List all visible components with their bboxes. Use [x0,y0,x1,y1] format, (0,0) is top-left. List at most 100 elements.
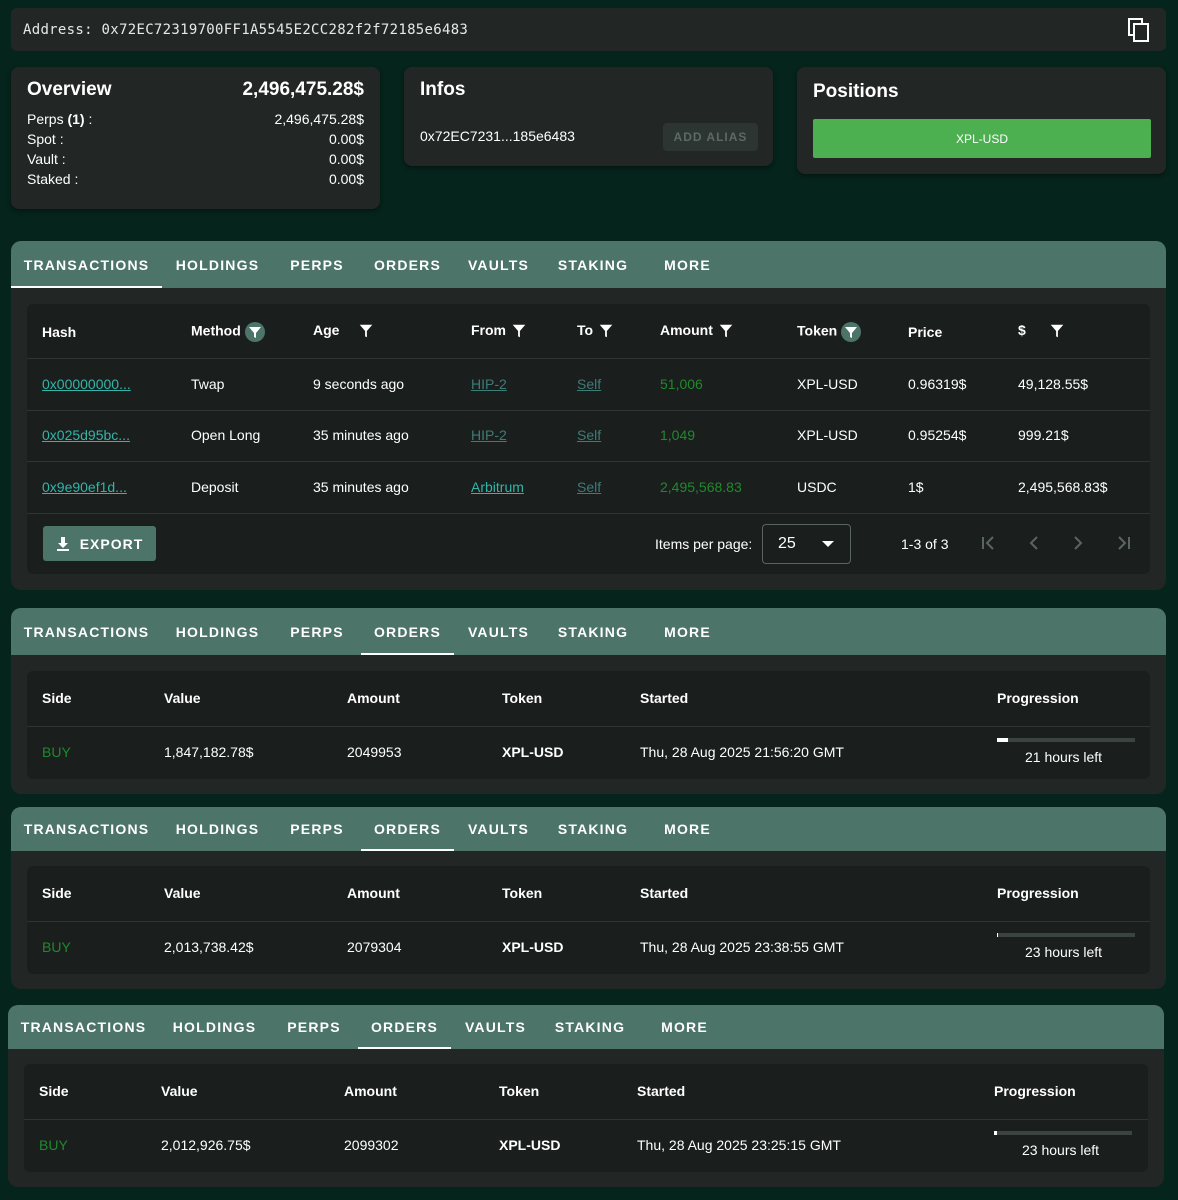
order-token: XPL-USD [502,744,564,760]
order-progress-fill [997,738,1009,742]
order-started: Thu, 28 Aug 2025 23:25:15 GMT [637,1137,841,1153]
items-per-page-select[interactable]: 25 [762,524,851,564]
tab-staking[interactable]: STAKING [540,1005,640,1049]
order-time-left: 23 hours left [1025,944,1103,960]
header-amount[interactable]: Amount [660,322,735,340]
next-page-icon[interactable] [1070,535,1086,551]
header-age[interactable]: Age [313,322,375,340]
order-value: 2,013,738.42$ [164,939,254,955]
order-amount: 2049953 [347,744,402,760]
tx-price: 0.95254$ [908,427,967,443]
tab-vaults[interactable]: VAULTS [451,1005,540,1049]
overview-title: Overview [27,79,112,100]
header-value: Value [161,1083,198,1099]
header-progression: Progression [994,1083,1076,1099]
tab-perps[interactable]: PERPS [273,807,361,851]
tab-staking[interactable]: STAKING [543,241,643,288]
tx-age: 9 seconds ago [313,376,405,392]
header-from[interactable]: From [471,322,528,340]
filter-active-icon[interactable] [841,322,862,342]
tx-to-link[interactable]: Self [577,479,601,495]
overview-row-vault: Vault : 0.00$ [27,151,364,167]
header-token[interactable]: Token [797,322,862,342]
order-progress-bar [997,738,1135,742]
tx-from-link[interactable]: HIP-2 [471,376,507,392]
positions-card: Positions XPL-USD [797,67,1166,174]
header-amount: Amount [344,1083,397,1099]
tx-to-link[interactable]: Self [577,427,601,443]
tab-more[interactable]: MORE [640,1005,729,1049]
header-amount: Amount [347,885,400,901]
order-value: 1,847,182.78$ [164,744,254,760]
dropdown-arrow-icon [822,541,834,547]
export-button[interactable]: EXPORT [43,526,156,561]
orders-panel: TRANSACTIONS HOLDINGS PERPS ORDERS VAULT… [11,807,1166,989]
order-time-left: 23 hours left [1022,1142,1100,1158]
header-side: Side [42,690,72,706]
positions-title: Positions [813,81,899,102]
tx-from-link[interactable]: HIP-2 [471,427,507,443]
order-token: XPL-USD [502,939,564,955]
header-started: Started [640,885,689,901]
tab-holdings[interactable]: HOLDINGS [159,1005,270,1049]
tab-more[interactable]: MORE [643,807,732,851]
tab-orders[interactable]: ORDERS [358,1005,451,1049]
tab-transactions[interactable]: TRANSACTIONS [11,608,162,655]
copy-icon[interactable] [1128,18,1150,42]
tab-bar: TRANSACTIONS HOLDINGS PERPS ORDERS VAULT… [8,1005,1164,1049]
overview-row-perps: Perps (1) : 2,496,475.28$ [27,111,364,127]
position-button-xpl-usd[interactable]: XPL-USD [813,119,1151,158]
tx-to-link[interactable]: Self [577,376,601,392]
address-bar: Address: 0x72EC72319700FF1A5545E2CC282f2… [11,8,1166,51]
tx-usd: 2,495,568.83$ [1018,479,1108,495]
header-usd[interactable]: $ [1018,322,1066,340]
tab-vaults[interactable]: VAULTS [454,241,543,288]
tx-token: XPL-USD [797,376,858,392]
tab-perps[interactable]: PERPS [273,608,361,655]
last-page-icon[interactable] [1116,535,1132,551]
filter-icon[interactable] [1048,322,1066,340]
tab-vaults[interactable]: VAULTS [454,608,543,655]
tab-transactions[interactable]: TRANSACTIONS [11,807,162,851]
first-page-icon[interactable] [980,535,996,551]
tab-transactions[interactable]: TRANSACTIONS [11,241,162,288]
order-progress-bar [994,1131,1132,1135]
header-amount: Amount [347,690,400,706]
tab-staking[interactable]: STAKING [543,807,643,851]
tx-from-link[interactable]: Arbitrum [471,479,524,495]
filter-icon[interactable] [510,322,528,340]
previous-page-icon[interactable] [1026,535,1042,551]
tab-holdings[interactable]: HOLDINGS [162,608,273,655]
tx-hash-link[interactable]: 0x00000000... [42,376,131,392]
tab-orders[interactable]: ORDERS [361,608,454,655]
tab-vaults[interactable]: VAULTS [454,807,543,851]
tab-orders[interactable]: ORDERS [361,807,454,851]
tab-more[interactable]: MORE [643,608,732,655]
header-to[interactable]: To [577,322,615,340]
tab-transactions[interactable]: TRANSACTIONS [8,1005,159,1049]
filter-icon[interactable] [357,322,375,340]
tx-hash-link[interactable]: 0x9e90ef1d... [42,479,127,495]
filter-active-icon[interactable] [244,322,265,342]
tab-staking[interactable]: STAKING [543,608,643,655]
filter-icon[interactable] [717,322,735,340]
tab-orders[interactable]: ORDERS [361,241,454,288]
tab-holdings[interactable]: HOLDINGS [162,241,273,288]
header-method[interactable]: Method [191,322,265,342]
header-progression: Progression [997,885,1079,901]
address-text: Address: 0x72EC72319700FF1A5545E2CC282f2… [23,21,469,38]
order-amount: 2079304 [347,939,402,955]
tab-more[interactable]: MORE [643,241,732,288]
tab-perps[interactable]: PERPS [270,1005,358,1049]
add-alias-button[interactable]: ADD ALIAS [663,123,758,151]
overview-row-staked: Staked : 0.00$ [27,171,364,187]
tx-usd: 49,128.55$ [1018,376,1089,392]
tx-usd: 999.21$ [1018,427,1069,443]
header-token: Token [502,885,543,901]
tab-perps[interactable]: PERPS [273,241,361,288]
tx-hash-link[interactable]: 0x025d95bc... [42,427,130,443]
tab-holdings[interactable]: HOLDINGS [162,807,273,851]
filter-icon[interactable] [597,322,615,340]
items-per-page-label: Items per page: [655,536,753,552]
order-started: Thu, 28 Aug 2025 23:38:55 GMT [640,939,844,955]
